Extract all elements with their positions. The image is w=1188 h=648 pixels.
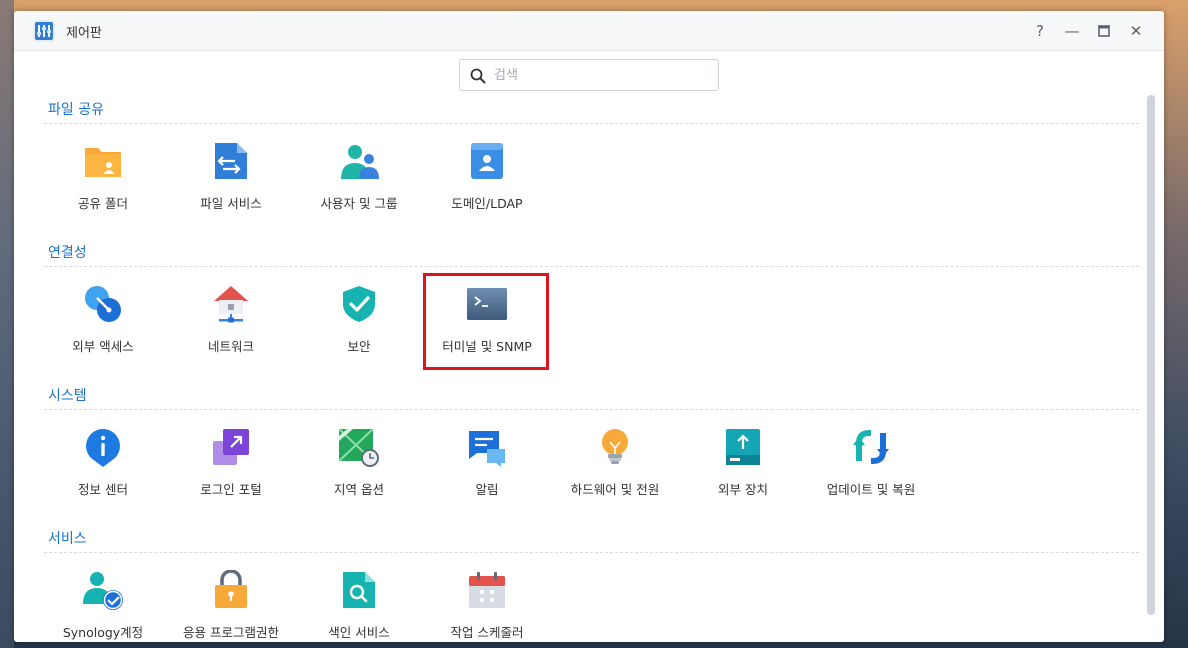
vertical-scrollbar[interactable] xyxy=(1147,95,1155,615)
tile-label: 네트워크 xyxy=(207,339,254,354)
tile-label: 업데이트 및 복원 xyxy=(826,482,916,497)
tile-label: 도메인/LDAP xyxy=(451,196,523,211)
section-title-connectivity: 연결성 xyxy=(48,245,87,261)
tile-network[interactable]: 네트워크 xyxy=(166,284,296,382)
tile-domain-ldap[interactable]: 도메인/LDAP xyxy=(422,141,552,239)
tile-label: 응용 프로그램권한 xyxy=(183,625,279,640)
section-divider xyxy=(44,552,1139,553)
network-icon xyxy=(214,286,248,323)
highlight-box xyxy=(423,273,549,370)
tile-label: 공유 폴더 xyxy=(78,196,128,211)
tile-label: Synology계정 xyxy=(62,625,144,640)
tile-regional-options[interactable]: 지역 옵션 xyxy=(294,427,424,525)
section-divider xyxy=(44,123,1139,124)
tile-hardware-power[interactable]: 하드웨어 및 전원 xyxy=(550,427,680,525)
tile-label: 작업 스케줄러 xyxy=(450,625,524,640)
tile-label: 알림 xyxy=(475,482,499,497)
tile-label: 지역 옵션 xyxy=(334,482,384,497)
tile-label: 보안 xyxy=(347,339,371,354)
section-divider xyxy=(44,409,1139,410)
file-services-icon xyxy=(215,143,247,179)
section-divider xyxy=(44,266,1139,267)
control-panel-window: 제어판 ? — ✕ 파일 공유 공유 폴더 xyxy=(14,11,1164,642)
tile-app-privileges[interactable]: 응용 프로그램권한 xyxy=(166,570,296,642)
tile-label: 외부 장치 xyxy=(718,482,768,497)
external-access-icon xyxy=(85,286,121,322)
tile-indexing-service[interactable]: 색인 서비스 xyxy=(294,570,424,642)
tile-shared-folder[interactable]: 공유 폴더 xyxy=(38,141,168,239)
external-devices-icon xyxy=(726,429,760,465)
tile-label: 사용자 및 그룹 xyxy=(320,196,398,211)
section-title-services: 서비스 xyxy=(48,531,87,547)
info-center-icon xyxy=(86,429,120,467)
tile-label: 파일 서비스 xyxy=(200,196,262,211)
tile-external-access[interactable]: 외부 액세스 xyxy=(38,284,168,382)
scrollbar-thumb[interactable] xyxy=(1147,95,1155,615)
tile-login-portal[interactable]: 로그인 포털 xyxy=(166,427,296,525)
domain-ldap-icon xyxy=(471,143,503,179)
desktop-wallpaper xyxy=(0,0,14,648)
tile-label: 외부 액세스 xyxy=(72,339,134,354)
indexing-service-icon xyxy=(343,572,375,608)
shared-folder-icon xyxy=(85,148,121,177)
app-privileges-icon xyxy=(215,570,247,608)
tile-label: 로그인 포털 xyxy=(200,482,262,497)
tile-task-scheduler[interactable]: 작업 스케줄러 xyxy=(422,570,552,642)
regional-options-icon xyxy=(339,428,379,467)
tile-synology-account[interactable]: Synology계정 xyxy=(38,570,168,642)
user-group-icon xyxy=(341,145,379,179)
tile-user-group[interactable]: 사용자 및 그룹 xyxy=(294,141,424,239)
synology-account-icon xyxy=(83,572,123,610)
tile-external-devices[interactable]: 외부 장치 xyxy=(678,427,808,525)
tile-update-restore[interactable]: 업데이트 및 복원 xyxy=(806,427,936,525)
task-scheduler-icon xyxy=(469,572,505,608)
tile-label: 정보 센터 xyxy=(78,482,128,497)
update-restore-icon xyxy=(853,430,889,464)
login-portal-icon xyxy=(213,429,249,465)
control-panel-content: 파일 공유 공유 폴더 파일 서비스 사용자 및 그룹 도메인/LDAP 연결성… xyxy=(14,11,1164,642)
section-title-file-sharing: 파일 공유 xyxy=(48,102,104,118)
tile-file-services[interactable]: 파일 서비스 xyxy=(166,141,296,239)
notification-icon xyxy=(469,431,505,467)
tile-label: 하드웨어 및 전원 xyxy=(570,482,660,497)
tile-info-center[interactable]: 정보 센터 xyxy=(38,427,168,525)
hardware-power-icon xyxy=(602,429,628,464)
tile-label: 색인 서비스 xyxy=(328,625,390,640)
section-title-system: 시스템 xyxy=(48,388,87,404)
security-shield-icon xyxy=(343,286,375,322)
tile-notification[interactable]: 알림 xyxy=(422,427,552,525)
tile-security[interactable]: 보안 xyxy=(294,284,424,382)
